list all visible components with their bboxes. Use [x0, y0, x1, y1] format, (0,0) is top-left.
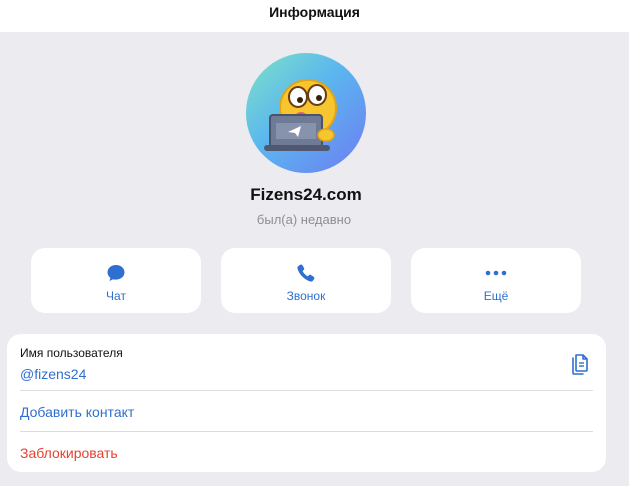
chat-label: Чат — [106, 289, 126, 303]
more-dots-icon — [484, 263, 508, 283]
avatar[interactable] — [246, 53, 366, 173]
copy-icon[interactable] — [570, 351, 590, 375]
username-label: Имя пользователя — [20, 346, 123, 360]
top-bar: Информация — [0, 0, 629, 32]
username-value[interactable]: @fizens24 — [20, 366, 593, 382]
divider — [20, 390, 593, 391]
profile-name: Fizens24.com — [250, 185, 362, 204]
profile-status: был(а) недавно — [256, 212, 352, 227]
add-contact-button[interactable]: Добавить контакт — [20, 404, 593, 420]
more-label: Ещё — [483, 289, 509, 303]
call-label: Звонок — [286, 289, 326, 303]
divider — [20, 431, 593, 432]
page-title: Информация — [269, 4, 360, 20]
chat-bubble-icon — [106, 263, 126, 283]
emoji-laptop-icon — [264, 79, 337, 151]
info-card: Имя пользователя @fizens24 Добавить конт… — [7, 334, 606, 472]
more-button[interactable]: Ещё — [411, 248, 581, 313]
chat-button[interactable]: Чат — [31, 248, 201, 313]
call-button[interactable]: Звонок — [221, 248, 391, 313]
phone-icon — [296, 263, 316, 283]
block-user-button[interactable]: Заблокировать — [20, 445, 593, 461]
